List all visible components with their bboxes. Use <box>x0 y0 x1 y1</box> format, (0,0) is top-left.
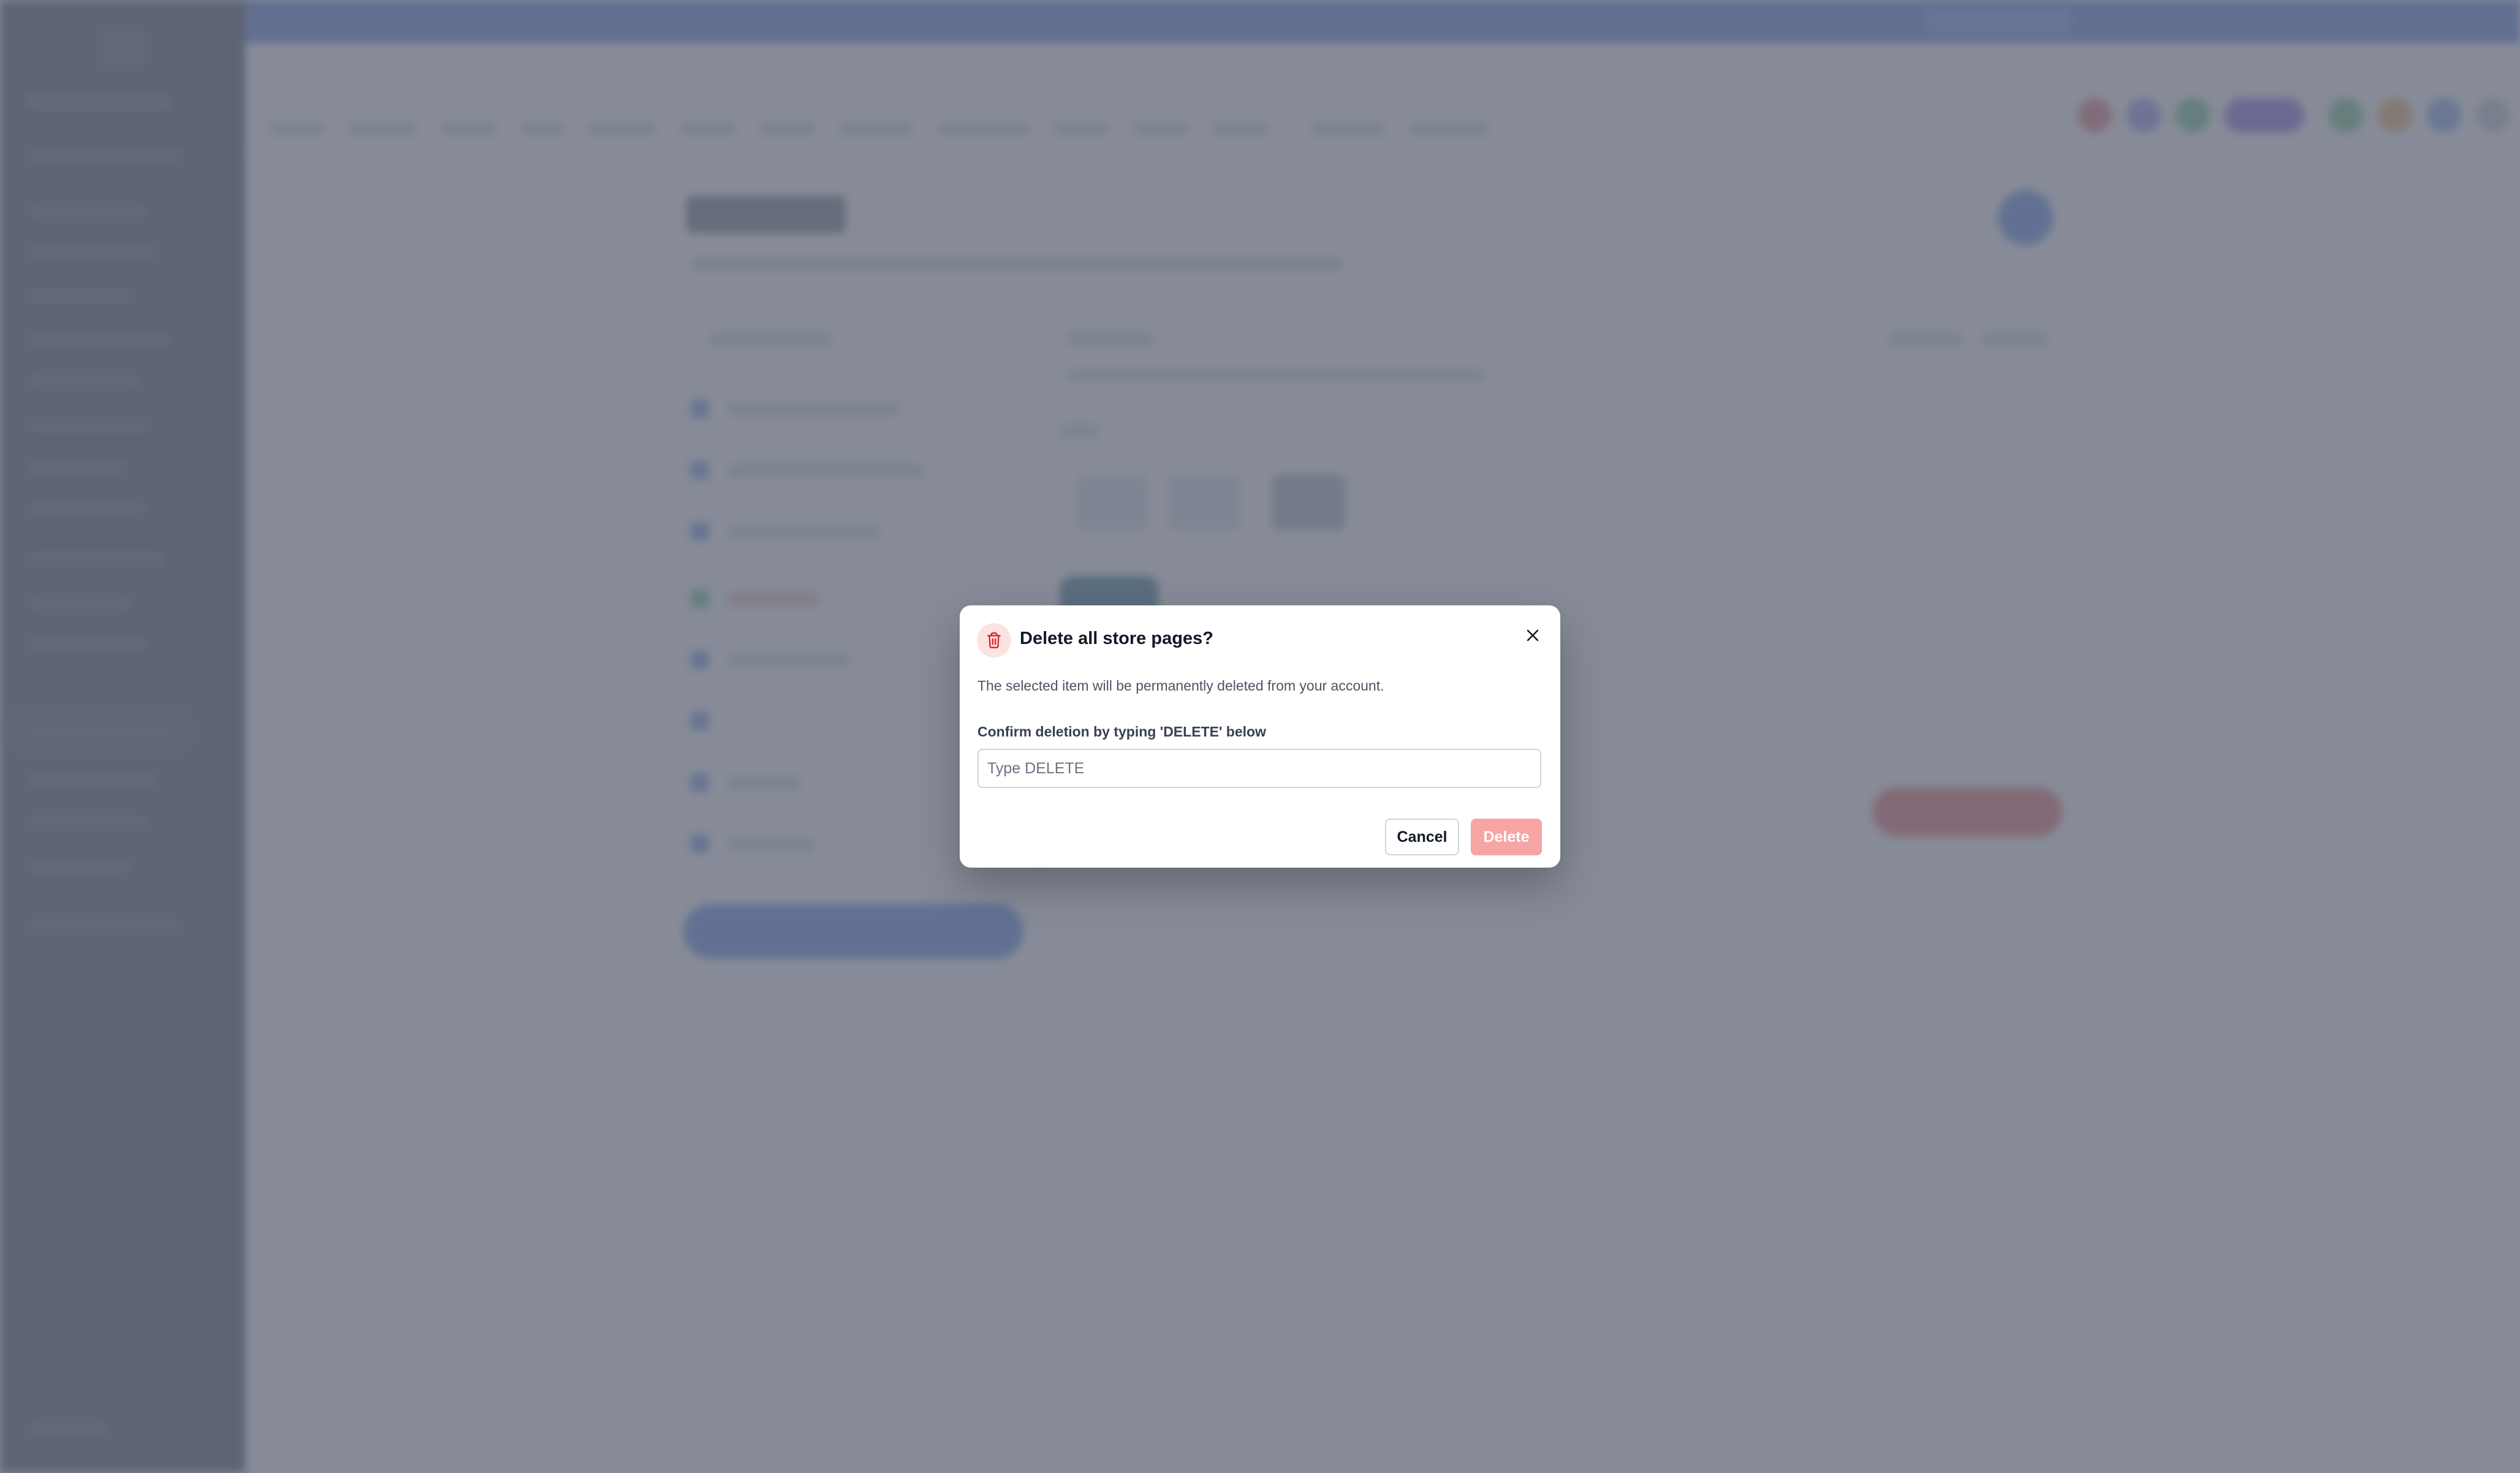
close-icon <box>1527 629 1539 642</box>
delete-button[interactable]: Delete <box>1471 819 1542 855</box>
cancel-button[interactable]: Cancel <box>1385 819 1459 855</box>
dialog-title: Delete all store pages? <box>1020 629 1213 648</box>
dialog-description: The selected item will be permanently de… <box>977 678 1384 694</box>
confirm-delete-input[interactable] <box>977 749 1541 788</box>
close-button[interactable] <box>1517 620 1548 651</box>
delete-confirm-dialog: Delete all store pages? The selected ite… <box>960 605 1560 868</box>
confirm-field-label: Confirm deletion by typing 'DELETE' belo… <box>977 724 1266 740</box>
trash-icon <box>977 623 1011 657</box>
